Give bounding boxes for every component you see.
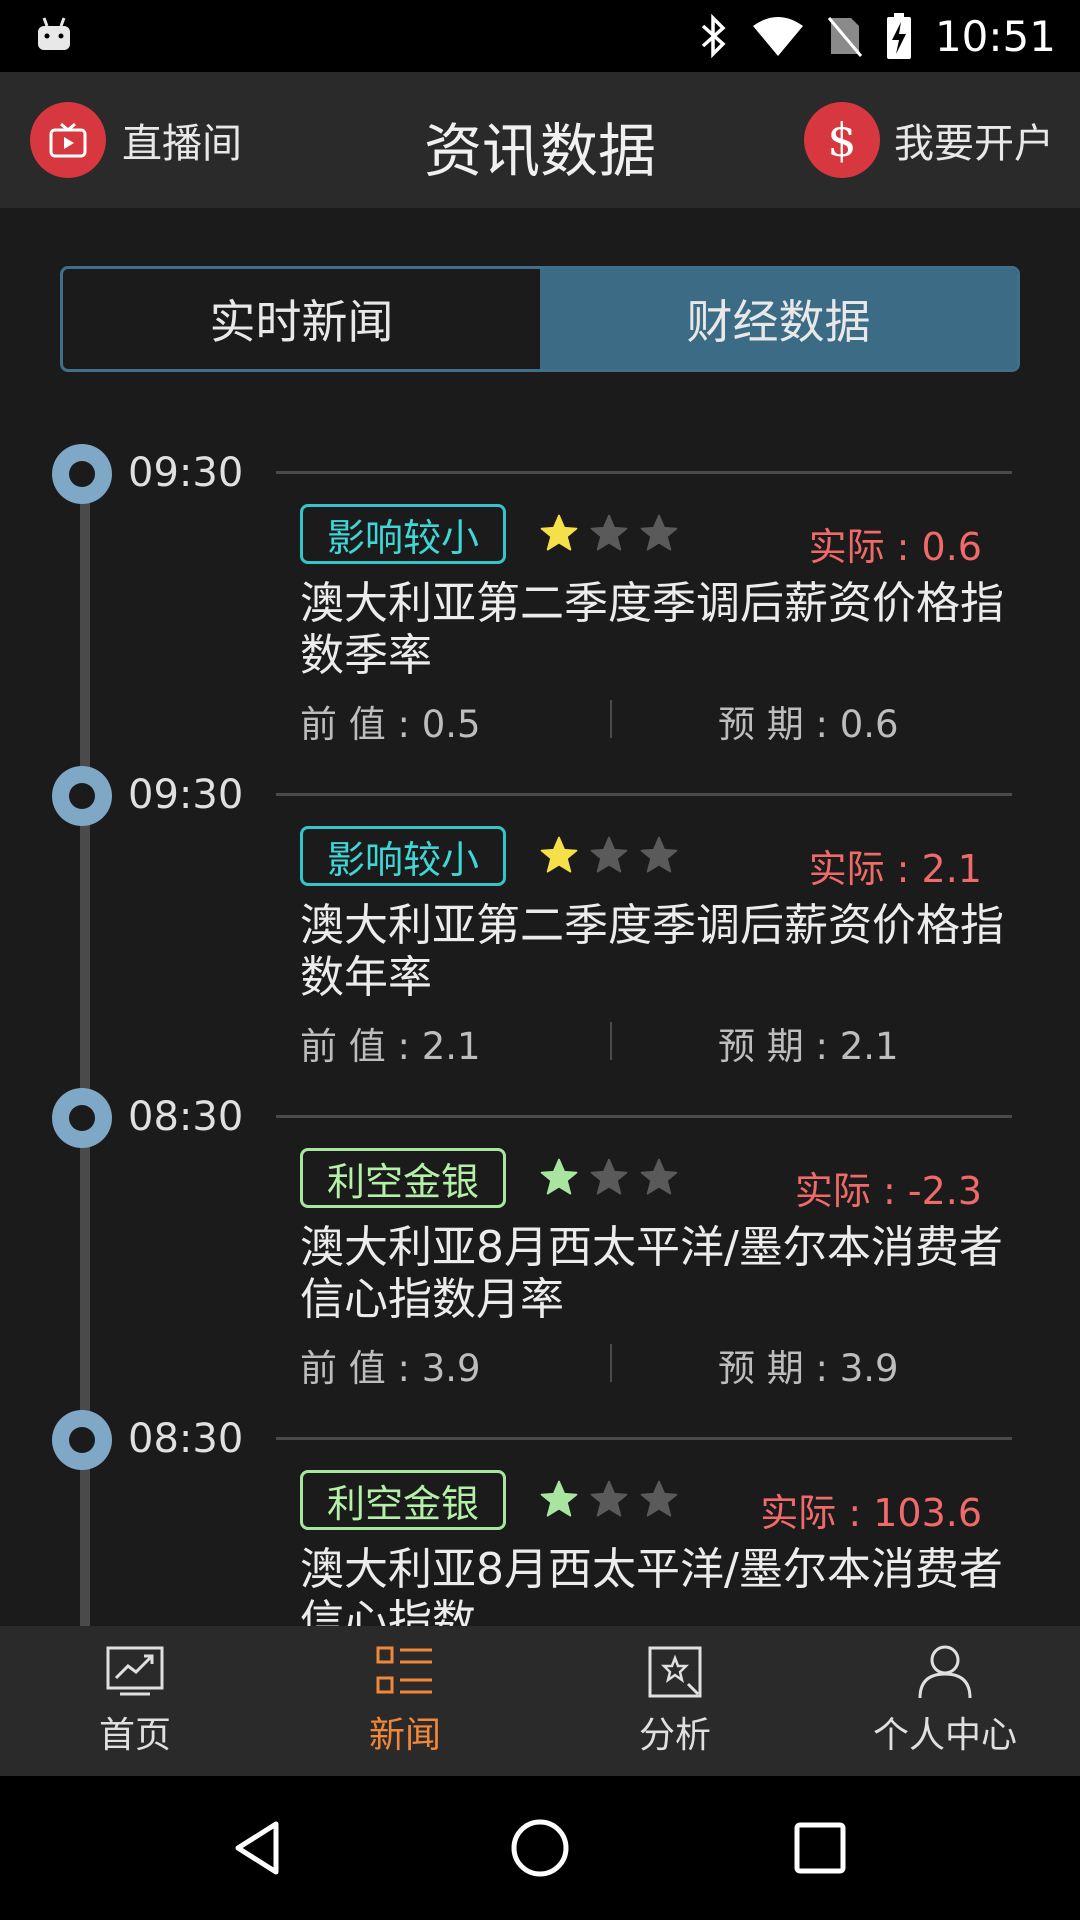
divider [276,793,1012,796]
tab-realtime-news[interactable]: 实时新闻 [63,269,540,369]
forecast-value: 预 期 : 2.1 [718,1025,899,1068]
impact-tag: 影响较小 [300,504,507,564]
star-empty-icon [640,1158,678,1195]
importance-stars [538,1478,680,1520]
bottom-tab-bar: 首页 新闻 分析 个人中心 [0,1626,1080,1776]
recents-square-icon [794,1822,846,1874]
event-title: 澳大利亚8月西太平洋/墨尔本消费者信心指数月率 [300,1222,1003,1325]
actual-value: 实际 : 2.1 [808,847,982,891]
tab-home[interactable]: 首页 [0,1626,270,1776]
divider [276,471,1012,474]
bluetooth-icon [701,14,726,58]
divider [276,1437,1012,1440]
analysis-icon [648,1646,702,1698]
list-item[interactable]: 09:30 影响较小 实际 : 0.6 澳大利亚第二季度季调后薪资价格指数季率 … [0,430,1080,752]
star-filled-icon [540,836,578,873]
home-button[interactable] [495,1803,585,1893]
importance-stars [538,512,680,554]
back-icon [235,1821,279,1875]
home-circle-icon [511,1819,569,1877]
star-filled-icon [540,514,578,551]
importance-stars [538,834,680,876]
actual-value: 实际 : -2.3 [794,1169,982,1213]
actual-value: 实际 : 103.6 [760,1491,982,1535]
tab-financial-data[interactable]: 财经数据 [540,269,1017,369]
timeline-dot [52,1088,112,1148]
timeline-dot [52,444,112,504]
star-empty-icon [590,1480,628,1517]
battery-charging-icon [886,13,911,59]
divider [276,1115,1012,1118]
impact-tag: 利空金银 [300,1470,507,1530]
event-time: 09:30 [128,450,244,496]
recents-button[interactable] [775,1803,865,1893]
star-empty-icon [640,836,678,873]
previous-value: 前 值 : 2.1 [300,1025,481,1068]
news-type-switch: 实时新闻 财经数据 [60,266,1020,372]
value-divider [610,700,612,738]
list-item[interactable]: 08:30 利空金银 实际 : -2.3 澳大利亚8月西太平洋/墨尔本消费者信心… [0,1074,1080,1396]
open-account-button[interactable]: $ 我要开户 [804,102,1054,178]
event-title: 澳大利亚8月西太平洋/墨尔本消费者信心指数 [300,1544,1003,1626]
impact-tag: 利空金银 [300,1148,507,1208]
previous-value: 前 值 : 0.5 [300,703,481,746]
event-time: 08:30 [128,1094,244,1140]
chart-icon [106,1646,164,1696]
timeline-dot [52,1410,112,1470]
person-icon [918,1645,972,1699]
status-bar: 10:51 [0,0,1080,72]
app-header: 直播间 资讯数据 $ 我要开户 [0,72,1080,208]
event-time: 08:30 [128,1416,244,1462]
star-empty-icon [640,514,678,551]
list-icon [376,1646,432,1694]
value-divider [610,1022,612,1060]
list-item[interactable]: 08:30 利空金银 实际 : 103.6 澳大利亚8月西太平洋/墨尔本消费者信… [0,1396,1080,1626]
wifi-icon [752,17,803,56]
tab-label: 分析 [638,1715,711,1756]
event-title: 澳大利亚第二季度季调后薪资价格指数季率 [300,578,1004,681]
android-notification-icon [38,17,70,50]
impact-tag: 影响较小 [300,826,507,886]
star-empty-icon [590,1158,628,1195]
star-empty-icon [590,514,628,551]
open-account-label: 我要开户 [894,121,1054,167]
star-filled-icon [540,1480,578,1517]
actual-value: 实际 : 0.6 [808,525,982,569]
tab-label: 首页 [98,1715,171,1756]
star-empty-icon [590,836,628,873]
clock: 10:51 [934,11,1056,61]
no-sim-icon [827,17,863,57]
importance-stars [538,1156,680,1198]
tab-label: 新闻 [368,1715,441,1756]
tab-label: 个人中心 [872,1715,1017,1756]
financial-data-list[interactable]: 09:30 影响较小 实际 : 0.6 澳大利亚第二季度季调后薪资价格指数季率 … [0,420,1080,1626]
tab-news[interactable]: 新闻 [270,1626,540,1776]
forecast-value: 预 期 : 3.9 [718,1347,899,1390]
star-filled-icon [540,1158,578,1195]
tab-analysis[interactable]: 分析 [540,1626,810,1776]
star-empty-icon [640,1480,678,1517]
dollar-icon: $ [804,102,880,178]
forecast-value: 预 期 : 0.6 [718,703,899,746]
list-item[interactable]: 09:30 影响较小 实际 : 2.1 澳大利亚第二季度季调后薪资价格指数年率 … [0,752,1080,1074]
value-divider [610,1344,612,1382]
event-title: 澳大利亚第二季度季调后薪资价格指数年率 [300,900,1004,1003]
back-button[interactable] [215,1803,305,1893]
system-nav-bar [0,1776,1080,1920]
timeline-dot [52,766,112,826]
previous-value: 前 值 : 3.9 [300,1347,481,1390]
tab-profile[interactable]: 个人中心 [810,1626,1080,1776]
event-time: 09:30 [128,772,244,818]
